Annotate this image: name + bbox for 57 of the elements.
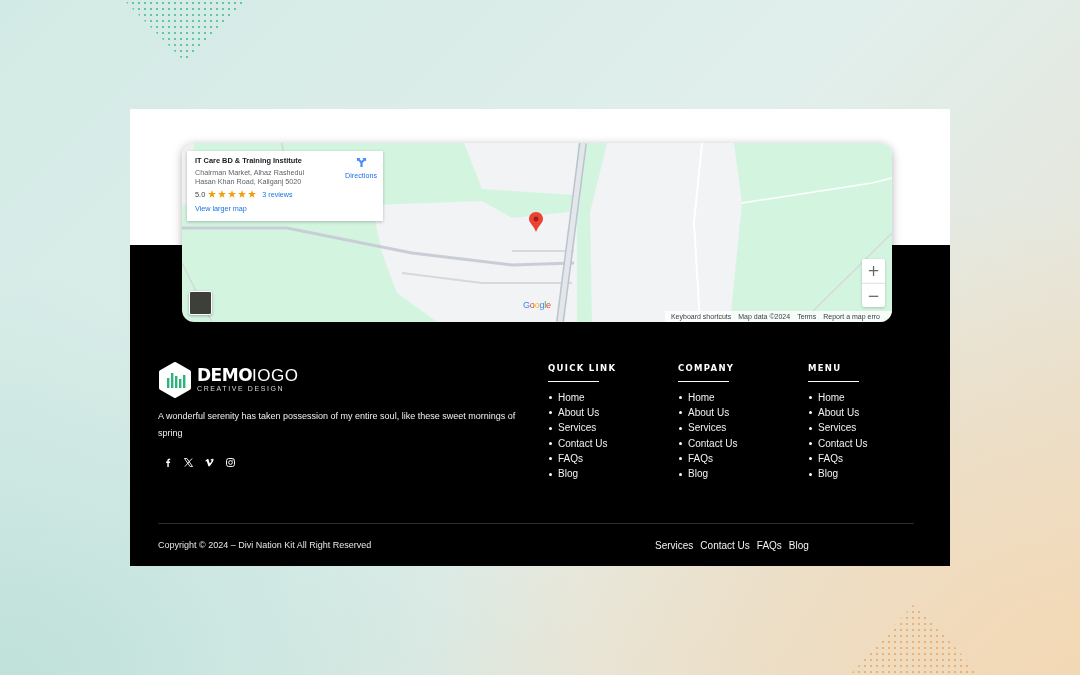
zoom-in-button[interactable]: + bbox=[862, 259, 885, 283]
map-pin-icon[interactable] bbox=[529, 212, 543, 232]
footer-link[interactable]: Home bbox=[558, 391, 585, 404]
bottom-link[interactable]: Contact Us bbox=[700, 539, 750, 551]
footer-link[interactable]: Home bbox=[818, 391, 845, 404]
bullet-icon bbox=[549, 442, 552, 446]
footer-description: A wonderful serenity has taken possession of my entire soul, like these sweet mornings of spring bbox=[158, 410, 517, 440]
footer-link[interactable]: Blog bbox=[688, 468, 708, 481]
footer-link[interactable]: Services bbox=[818, 422, 857, 435]
footer-link[interactable]: Home bbox=[688, 391, 715, 404]
bottom-link[interactable]: Blog bbox=[788, 539, 809, 551]
bottom-link[interactable]: FAQs bbox=[756, 539, 782, 551]
zoom-out-button[interactable]: − bbox=[862, 283, 885, 307]
footer-link[interactable]: About Us bbox=[688, 406, 730, 419]
bullet-icon bbox=[679, 442, 682, 446]
footer-link[interactable]: Services bbox=[688, 422, 727, 435]
bullet-icon bbox=[679, 472, 682, 476]
column-heading: MENU bbox=[808, 362, 843, 374]
bullet-icon bbox=[549, 472, 552, 476]
footer-link[interactable]: Contact Us bbox=[688, 437, 738, 450]
footer-link[interactable]: Blog bbox=[558, 468, 578, 481]
footer-link[interactable]: About Us bbox=[558, 406, 600, 419]
bullet-icon bbox=[809, 442, 812, 446]
vimeo-icon[interactable] bbox=[205, 458, 214, 467]
bullet-icon bbox=[809, 411, 812, 415]
bullet-icon bbox=[809, 396, 812, 400]
footer-link[interactable]: FAQs bbox=[818, 452, 843, 465]
footer-link[interactable]: Services bbox=[558, 422, 597, 435]
footer-link[interactable]: Blog bbox=[818, 468, 838, 481]
map-type-thumbnail[interactable] bbox=[189, 291, 212, 315]
bottom-link[interactable]: Services bbox=[655, 539, 694, 551]
footer-link[interactable]: FAQs bbox=[688, 452, 713, 465]
column-heading: COMPANY bbox=[678, 362, 736, 374]
bullet-icon bbox=[809, 457, 812, 461]
bullet-icon bbox=[809, 472, 812, 476]
bullet-icon bbox=[679, 396, 682, 400]
logo-icon bbox=[158, 362, 192, 398]
map-logo: Google bbox=[523, 300, 551, 310]
bullet-icon bbox=[549, 411, 552, 415]
x-logo-icon[interactable] bbox=[184, 458, 193, 467]
bullet-icon bbox=[549, 426, 552, 430]
bullet-icon bbox=[679, 411, 682, 415]
column-heading: QUICK LINK bbox=[548, 362, 618, 374]
footer-link[interactable]: FAQs bbox=[558, 452, 583, 465]
copyright-text: Copyright © 2024 – Divi Nation Kit All Right Reserved bbox=[158, 540, 373, 550]
bullet-icon bbox=[679, 457, 682, 461]
instagram-icon[interactable] bbox=[226, 458, 235, 467]
bullet-icon bbox=[549, 396, 552, 400]
bullet-icon bbox=[679, 426, 682, 430]
logo-wordmark: DEMOIOGO bbox=[197, 367, 299, 384]
footer-link[interactable]: Contact Us bbox=[558, 437, 608, 450]
bullet-icon bbox=[809, 426, 812, 430]
bullet-icon bbox=[549, 457, 552, 461]
footer-link[interactable]: Contact Us bbox=[818, 437, 868, 450]
footer-link[interactable]: About Us bbox=[818, 406, 860, 419]
directions-icon bbox=[355, 157, 367, 168]
facebook-icon[interactable] bbox=[163, 458, 172, 467]
